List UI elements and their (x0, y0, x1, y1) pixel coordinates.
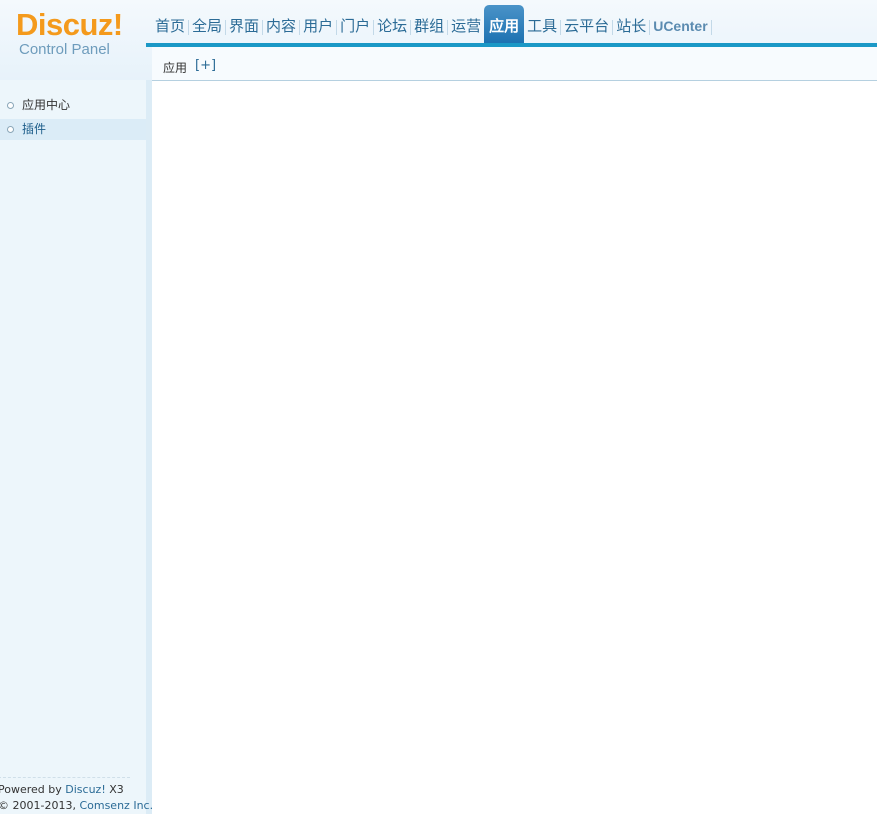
sidebar-item-app-center[interactable]: 应用中心 (0, 95, 146, 116)
nav-founder: 站长 (613, 5, 651, 45)
nav-ucenter-link[interactable]: UCenter (650, 5, 710, 45)
sidebar-item-label: 插件 (22, 122, 47, 136)
nav-tools: 工具 (524, 5, 562, 45)
footer: Powered by Discuz! X3 © 2001-2013, Comse… (0, 777, 153, 814)
version-text: X3 (105, 783, 124, 796)
copyright: © 2001-2013, Comsenz Inc. (0, 798, 153, 814)
nav-group-link[interactable]: 群组 (411, 5, 447, 45)
breadcrumb-current: 应用 (163, 61, 188, 75)
nav-plugin: 应用 (484, 5, 525, 45)
nav-user: 用户 (300, 5, 338, 45)
nav-style: 界面 (226, 5, 264, 45)
nav-forum: 论坛 (374, 5, 412, 45)
nav-forum-link[interactable]: 论坛 (374, 5, 410, 45)
bullet-icon (7, 102, 14, 109)
sidebar-item-label: 应用中心 (22, 98, 71, 112)
powered-by-text: Powered by (0, 783, 66, 796)
logo[interactable]: Discuz! Control Panel (0, 0, 146, 80)
powered-by: Powered by Discuz! X3 (0, 782, 130, 798)
nav-separator (710, 19, 712, 35)
nav-plugin-link[interactable]: 应用 (484, 5, 525, 45)
logo-text: Discuz! (16, 7, 123, 42)
nav-group: 群组 (411, 5, 449, 45)
logo-subtitle: Control Panel (19, 41, 110, 58)
nav-content: 内容 (263, 5, 301, 45)
comsenz-link[interactable]: Comsenz Inc. (79, 799, 153, 812)
nav-global: 全局 (189, 5, 227, 45)
sidebar: 应用中心 插件 (0, 80, 152, 814)
nav-global-link[interactable]: 全局 (189, 5, 225, 45)
nav-extended-link[interactable]: 运营 (448, 5, 484, 45)
nav-portal: 门户 (337, 5, 375, 45)
nav-ucenter: UCenter (650, 5, 712, 45)
nav-extended: 运营 (448, 5, 484, 45)
copyright-text: © 2001-2013, (0, 799, 80, 812)
nav-content-link[interactable]: 内容 (263, 5, 299, 45)
nav-tools-link[interactable]: 工具 (524, 5, 560, 45)
discuz-link[interactable]: Discuz! (65, 783, 105, 796)
breadcrumb: 应用 [+] (152, 47, 877, 81)
nav-cloud-link[interactable]: 云平台 (561, 5, 612, 45)
nav-user-link[interactable]: 用户 (300, 5, 336, 45)
nav-portal-link[interactable]: 门户 (337, 5, 373, 45)
nav-home-link[interactable]: 首页 (152, 5, 188, 45)
sidebar-item-plugins[interactable]: 插件 (0, 119, 146, 140)
nav-cloud: 云平台 (561, 5, 614, 45)
sidebar-menu: 应用中心 插件 (0, 95, 146, 143)
top-nav: 首页 全局 界面 内容 用户 门户 论坛 群组 运营 应用 工具 云平台 站长 … (152, 5, 712, 45)
nav-style-link[interactable]: 界面 (226, 5, 262, 45)
bullet-icon (7, 126, 14, 133)
nav-founder-link[interactable]: 站长 (613, 5, 649, 45)
main-content (152, 81, 877, 814)
add-shortcut-button[interactable]: [+] (195, 58, 216, 73)
nav-home: 首页 (152, 5, 190, 45)
